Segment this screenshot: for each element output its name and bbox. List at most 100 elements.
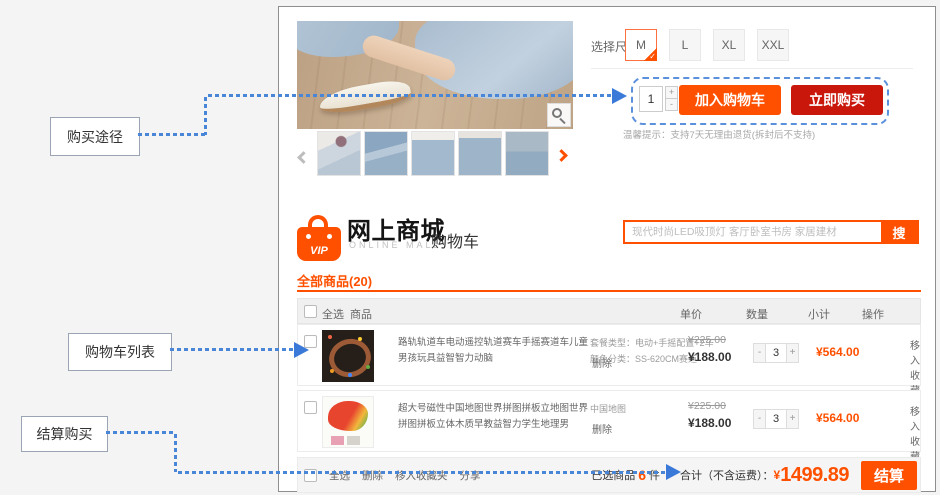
size-option-label: XXL — [762, 38, 785, 52]
divider — [591, 68, 913, 69]
annotation-checkout: 结算购买 — [21, 416, 108, 452]
size-option-l[interactable]: L — [669, 29, 701, 61]
vip-label: VIP — [297, 245, 341, 257]
return-policy-tip: 温馨提示：支持7天无理由退货(拆封后不支持) — [623, 127, 815, 141]
item-specs: 中国地图 — [590, 401, 626, 417]
dotted-connector-line — [170, 348, 294, 351]
item-original-price: ¥225.00 — [688, 334, 726, 346]
cart-table-header: 全选 商品 单价 数量 小计 操作 — [297, 298, 921, 324]
footer-delete-link[interactable]: 删除 — [362, 468, 383, 483]
size-option-label: L — [682, 38, 689, 52]
item-original-price: ¥225.00 — [688, 400, 726, 412]
footer-select-all-link[interactable]: 全选 — [329, 468, 350, 483]
chevron-left-icon[interactable] — [299, 153, 308, 162]
product-thumbnail[interactable] — [458, 131, 502, 176]
product-image-china-map[interactable] — [322, 396, 374, 448]
size-option-m[interactable]: M ✓ — [625, 29, 657, 61]
item-subtotal: ¥564.00 — [816, 411, 859, 425]
column-product: 商品 — [350, 306, 372, 322]
cart-item-row: 路轨轨道车电动遥控轨道赛车手摇赛道车儿童男孩玩具益智智力动脑 套餐类型：电动+手… — [297, 324, 921, 386]
chevron-right-icon[interactable] — [557, 151, 566, 160]
dotted-connector-line — [178, 471, 666, 474]
footer-move-favorites-link[interactable]: 移入收藏夹 — [395, 468, 448, 483]
annotation-label: 购物车列表 — [85, 342, 155, 362]
arrowhead-icon — [294, 342, 309, 358]
column-select-all: 全选 — [322, 306, 344, 322]
add-to-cart-button[interactable]: 加入购物车 — [679, 85, 781, 115]
column-subtotal: 小计 — [808, 306, 830, 322]
item-subtotal: ¥564.00 — [816, 345, 859, 359]
footer-actions: 全选 删除 移入收藏夹 分享 — [304, 458, 481, 492]
increase-quantity-button[interactable]: + — [786, 343, 799, 363]
selected-items-label: 已选商品 — [591, 467, 635, 483]
size-option-label: XL — [722, 38, 737, 52]
column-actions: 操作 — [862, 306, 884, 322]
dotted-connector-line — [138, 133, 206, 136]
item-title[interactable]: 路轨轨道车电动遥控轨道赛车手摇赛道车儿童男孩玩具益智智力动脑 — [398, 335, 588, 367]
selected-items-count: 6 — [638, 467, 646, 483]
delete-link[interactable]: 删除 — [592, 355, 612, 370]
dotted-connector-line — [204, 97, 207, 135]
column-unit-price: 单价 — [680, 306, 702, 322]
dotted-connector-line — [174, 434, 177, 472]
size-option-xl[interactable]: XL — [713, 29, 745, 61]
magnifier-icon[interactable] — [547, 103, 571, 127]
item-quantity-stepper: - + — [753, 343, 799, 363]
tab-underline — [297, 290, 921, 292]
brand-logo-bag-icon: VIP — [297, 215, 341, 261]
page-background: 选择尺码： M ✓ L XL XXL + - 加入购物车 立即购买 温馨提示： — [0, 0, 940, 495]
quantity-input[interactable] — [639, 86, 663, 112]
cart-item-row: 超大号磁性中国地图世界拼图拼板立地图世界拼图拼板立体木质早教益智力学生地理男 中… — [297, 390, 921, 452]
footer-summary: 已选商品 6 件 合计（不含运费）： ¥ 1499.89 结算 — [591, 458, 917, 492]
item-current-price: ¥188.00 — [688, 416, 731, 430]
annotation-label: 结算购买 — [37, 424, 93, 444]
product-thumbnail[interactable] — [505, 131, 549, 176]
total-amount: 1499.89 — [780, 464, 849, 487]
column-quantity: 数量 — [746, 306, 768, 322]
item-checkbox[interactable] — [304, 401, 317, 414]
product-thumbnail[interactable] — [317, 131, 361, 176]
search-input[interactable] — [625, 222, 881, 242]
quantity-stepper: + - — [665, 86, 678, 111]
item-title[interactable]: 超大号磁性中国地图世界拼图拼板立地图世界拼图拼板立体木质早教益智力学生地理男 — [398, 401, 588, 433]
check-icon: ✓ — [649, 52, 656, 61]
selected-corner-badge: ✓ — [644, 48, 657, 61]
increase-quantity-button[interactable]: + — [786, 409, 799, 429]
item-quantity-input[interactable] — [765, 343, 787, 363]
total-currency: ¥ — [774, 468, 781, 482]
delete-link[interactable]: 删除 — [592, 421, 612, 436]
item-quantity-input[interactable] — [765, 409, 787, 429]
select-all-checkbox[interactable] — [304, 305, 317, 318]
arrowhead-icon — [666, 464, 681, 480]
quantity-decrease-button[interactable]: - — [665, 98, 678, 111]
main-panel: 选择尺码： M ✓ L XL XXL + - 加入购物车 立即购买 温馨提示： — [278, 6, 936, 492]
annotation-cart-list: 购物车列表 — [68, 333, 172, 371]
search-bar: 搜索 — [623, 220, 919, 244]
product-image-race-track[interactable] — [322, 330, 374, 382]
arrowhead-icon — [612, 88, 627, 104]
size-option-xxl[interactable]: XXL — [757, 29, 789, 61]
item-spec: 中国地图 — [590, 401, 626, 417]
item-current-price: ¥188.00 — [688, 350, 731, 364]
annotation-buy-path: 购买途径 — [50, 117, 140, 156]
size-options: M ✓ L XL XXL — [625, 29, 789, 61]
annotation-label: 购买途径 — [67, 127, 123, 147]
search-button[interactable]: 搜索 — [881, 222, 917, 242]
product-thumbnail[interactable] — [411, 131, 455, 176]
checkout-button[interactable]: 结算 — [861, 461, 917, 490]
item-quantity-stepper: - + — [753, 409, 799, 429]
selected-items-unit: 件 — [649, 467, 660, 483]
dotted-connector-line — [208, 94, 612, 97]
product-thumbnail[interactable] — [364, 131, 408, 176]
buy-now-button[interactable]: 立即购买 — [791, 85, 883, 115]
tab-all-items[interactable]: 全部商品(20) — [297, 271, 372, 290]
dotted-connector-line — [106, 431, 176, 434]
product-main-image[interactable] — [297, 21, 573, 129]
footer-share-link[interactable]: 分享 — [460, 468, 481, 483]
page-title: 购物车 — [431, 228, 479, 252]
thumbnail-strip — [317, 131, 549, 176]
photo-shape — [318, 77, 413, 117]
total-label: 合计（不含运费）： — [680, 467, 774, 483]
brand-subtitle: ONLINE MALL — [349, 240, 442, 250]
cart-footer-bar: 全选 删除 移入收藏夹 分享 已选商品 6 件 合计（不含运费）： ¥ 1499… — [297, 457, 921, 493]
